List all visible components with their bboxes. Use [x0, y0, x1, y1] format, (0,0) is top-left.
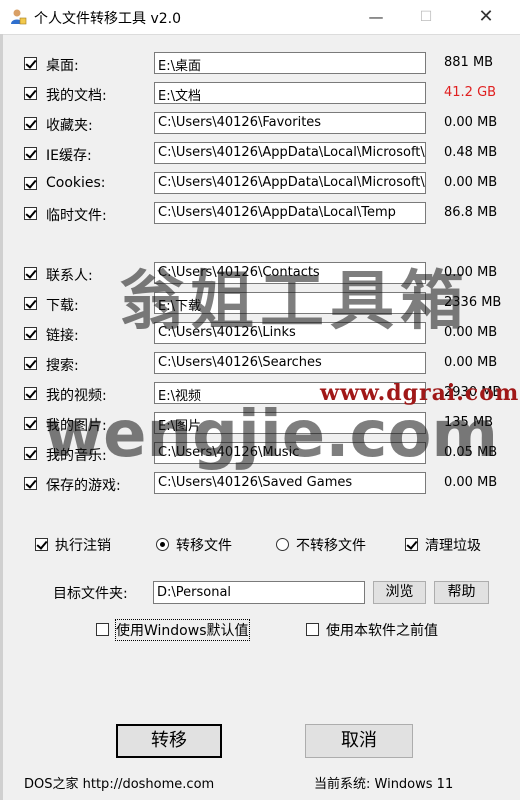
folder-path-input[interactable]: C:\Users\40126\AppData\Local\Temp	[154, 202, 426, 224]
windows-default-label: 使用Windows默认值	[115, 619, 250, 641]
folder-label: 搜索:	[46, 358, 79, 374]
folder-checkbox[interactable]	[24, 267, 37, 280]
folder-path-input[interactable]: C:\Users\40126\Contacts	[154, 262, 426, 284]
folder-size: 2336 MB	[444, 295, 502, 310]
move-files-radio[interactable]	[156, 538, 169, 551]
folder-label: 我的视频:	[46, 388, 107, 404]
folder-path-input[interactable]: E:\桌面	[154, 52, 426, 74]
folder-row: 我的音乐: C:\Users\40126\Music 0.05 MB	[0, 442, 520, 466]
folder-size: 135 MB	[444, 415, 494, 430]
folder-size: 0.00 MB	[444, 115, 498, 130]
folder-path-input[interactable]: C:\Users\40126\AppData\Local\Microsoft\W…	[154, 172, 426, 194]
previous-value-label: 使用本软件之前值	[326, 623, 438, 639]
folder-path-input[interactable]: E:\视频	[154, 382, 426, 404]
folder-checkbox[interactable]	[24, 357, 37, 370]
folder-row: 桌面: E:\桌面 881 MB	[0, 52, 520, 76]
folder-row: 链接: C:\Users\40126\Links 0.00 MB	[0, 322, 520, 346]
folder-size: 881 MB	[444, 55, 494, 70]
folder-row: 我的文档: E:\文档 41.2 GB	[0, 82, 520, 106]
folder-row: IE缓存: C:\Users\40126\AppData\Local\Micros…	[0, 142, 520, 166]
help-button[interactable]: 帮助	[434, 581, 489, 604]
footer-system: 当前系统: Windows 11	[314, 777, 454, 792]
folder-size: 86.8 MB	[444, 205, 498, 220]
move-files-label: 转移文件	[176, 538, 232, 554]
folder-label: 我的文档:	[46, 88, 107, 104]
folder-label: 联系人:	[46, 268, 93, 284]
window-title: 个人文件转移工具 v2.0	[34, 11, 181, 27]
folder-checkbox[interactable]	[24, 327, 37, 340]
folder-checkbox[interactable]	[24, 297, 37, 310]
logoff-checkbox[interactable]	[35, 538, 48, 551]
folder-row: 我的视频: E:\视频 2930 MB	[0, 382, 520, 406]
folder-size: 41.2 GB	[444, 85, 497, 100]
folder-checkbox[interactable]	[24, 57, 37, 70]
folder-size: 0.00 MB	[444, 175, 498, 190]
browse-button[interactable]: 浏览	[373, 581, 426, 604]
folder-label: 下载:	[46, 298, 79, 314]
no-move-files-label: 不转移文件	[296, 538, 366, 554]
folder-path-input[interactable]: C:\Users\40126\Music	[154, 442, 426, 464]
folder-checkbox[interactable]	[24, 417, 37, 430]
folder-path-input[interactable]: E:\下载	[154, 292, 426, 314]
folder-label: 桌面:	[46, 58, 79, 74]
folder-size: 0.48 MB	[444, 145, 498, 160]
folder-size: 0.00 MB	[444, 325, 498, 340]
folder-path-input[interactable]: C:\Users\40126\Saved Games	[154, 472, 426, 494]
folder-row: 我的图片: E:\图片 135 MB	[0, 412, 520, 436]
folder-row: 临时文件: C:\Users\40126\AppData\Local\Temp 86…	[0, 202, 520, 226]
folder-checkbox[interactable]	[24, 177, 37, 190]
folder-row: 收藏夹: C:\Users\40126\Favorites 0.00 MB	[0, 112, 520, 136]
folder-size: 0.05 MB	[444, 445, 498, 460]
close-button[interactable]: ✕	[466, 4, 506, 30]
cleanup-label: 清理垃圾	[425, 538, 481, 554]
windows-default-checkbox[interactable]	[96, 623, 109, 636]
folder-checkbox[interactable]	[24, 477, 37, 490]
cleanup-checkbox[interactable]	[405, 538, 418, 551]
folder-checkbox[interactable]	[24, 87, 37, 100]
folder-row: 下载: E:\下载 2336 MB	[0, 292, 520, 316]
folder-checkbox[interactable]	[24, 117, 37, 130]
no-move-files-radio[interactable]	[276, 538, 289, 551]
folder-size: 0.00 MB	[444, 265, 498, 280]
title-bar: 个人文件转移工具 v2.0 — ☐ ✕	[0, 0, 520, 35]
target-folder-input[interactable]: D:\Personal	[153, 581, 365, 604]
minimize-button[interactable]: —	[356, 4, 396, 30]
folder-label: 我的图片:	[46, 418, 107, 434]
folder-checkbox[interactable]	[24, 147, 37, 160]
folder-label: 保存的游戏:	[46, 478, 121, 494]
folder-label: Cookies:	[46, 175, 106, 191]
folder-path-input[interactable]: C:\Users\40126\Searches	[154, 352, 426, 374]
folder-size: 0.00 MB	[444, 475, 498, 490]
folder-path-input[interactable]: E:\文档	[154, 82, 426, 104]
folder-path-input[interactable]: C:\Users\40126\Links	[154, 322, 426, 344]
cancel-button[interactable]: 取消	[305, 724, 413, 758]
folder-label: IE缓存:	[46, 148, 92, 164]
logoff-label: 执行注销	[55, 538, 111, 554]
folder-row: Cookies: C:\Users\40126\AppData\Local\Mic…	[0, 172, 520, 196]
folder-label: 链接:	[46, 328, 79, 344]
target-folder-label: 目标文件夹:	[53, 586, 128, 602]
maximize-button[interactable]: ☐	[406, 4, 446, 30]
folder-checkbox[interactable]	[24, 207, 37, 220]
folder-size: 0.00 MB	[444, 355, 498, 370]
folder-path-input[interactable]: C:\Users\40126\AppData\Local\Microsoft\W…	[154, 142, 426, 164]
folder-size: 2930 MB	[444, 385, 502, 400]
transfer-button[interactable]: 转移	[116, 724, 222, 758]
folder-label: 我的音乐:	[46, 448, 107, 464]
folder-path-input[interactable]: C:\Users\40126\Favorites	[154, 112, 426, 134]
folder-path-input[interactable]: E:\图片	[154, 412, 426, 434]
folder-checkbox[interactable]	[24, 387, 37, 400]
app-user-icon	[11, 9, 27, 25]
folder-label: 临时文件:	[46, 208, 107, 224]
folder-checkbox[interactable]	[24, 447, 37, 460]
folder-label: 收藏夹:	[46, 118, 93, 134]
folder-row: 联系人: C:\Users\40126\Contacts 0.00 MB	[0, 262, 520, 286]
folder-row: 保存的游戏: C:\Users\40126\Saved Games 0.00 MB	[0, 472, 520, 496]
footer-site: DOS之家 http://doshome.com	[24, 777, 215, 792]
previous-value-checkbox[interactable]	[306, 623, 319, 636]
folder-row: 搜索: C:\Users\40126\Searches 0.00 MB	[0, 352, 520, 376]
